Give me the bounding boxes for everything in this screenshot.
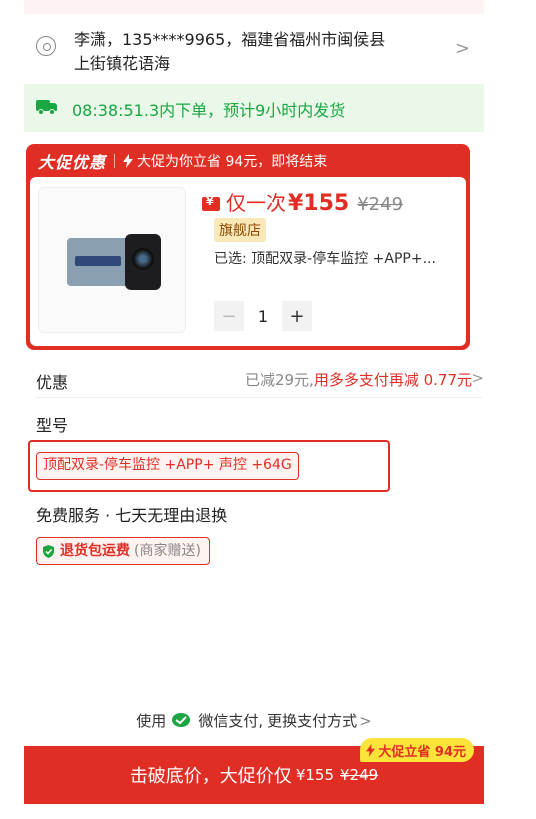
change-payment-link[interactable]: 更换支付方式: [267, 710, 357, 731]
payment-prefix: 使用: [136, 712, 167, 730]
checkout-panel: 李潇，135****9965，福建省福州市闽侯县 上街镇花语海 > 08:38:…: [24, 0, 484, 819]
model-option-selected[interactable]: 顶配双录-停车监控 +APP+ 声控 +64G: [36, 452, 299, 480]
address-line-1: 李潇，135****9965，福建省福州市闽侯县: [74, 30, 386, 49]
current-price: ¥155: [288, 191, 350, 216]
wechat-pay-icon: [172, 712, 191, 727]
promo-header: 大促优惠 大促为你立省 94元，即将结束: [38, 150, 327, 172]
promo-tag: 大促优惠: [38, 153, 107, 172]
chevron-right-icon: >: [454, 38, 470, 59]
price-row: 仅一次 ¥155 ¥249: [202, 187, 403, 216]
service-title: 免费服务 · 七天无理由退换: [36, 506, 228, 525]
decrease-quantity-button[interactable]: −: [214, 301, 244, 331]
return-shipping-label: 退货包运费: [60, 542, 130, 559]
top-band: [24, 0, 484, 14]
pay-button-label: 击破底价，大促价仅: [129, 766, 292, 787]
quantity-stepper: − 1 +: [214, 301, 312, 331]
shipping-banner: 08:38:51.3内下单，预计9小时内发货: [24, 84, 484, 132]
savings-badge-text: 大促立省 94元: [378, 744, 466, 760]
location-pin-icon: [36, 36, 56, 56]
coupon-icon: [202, 195, 220, 211]
increase-quantity-button[interactable]: +: [282, 301, 312, 331]
lightning-icon: [123, 154, 134, 168]
discount-label: 优惠: [36, 373, 69, 392]
address-line-2: 上街镇花语海: [74, 54, 171, 73]
promo-message: 大促为你立省 94元，即将结束: [137, 154, 328, 170]
truck-icon: [36, 98, 58, 116]
discount-value: 已减29元,用多多支付再减 0.77元: [245, 369, 472, 390]
shield-check-icon: [43, 544, 54, 558]
address-row[interactable]: 李潇，135****9965，福建省福州市闽侯县 上街镇花语海 >: [24, 14, 484, 84]
chevron-right-icon: >: [359, 711, 372, 730]
price-label: 仅一次: [226, 191, 286, 215]
shipping-text: 08:38:51.3内下单，预计9小时内发货: [72, 101, 346, 120]
discount-applied: 已减29元,: [244, 371, 314, 389]
flagship-store-badge: 旗舰店: [214, 218, 266, 242]
dashcam-illustration: [67, 234, 161, 290]
address-text: 李潇，135****9965，福建省福州市闽侯县 上街镇花语海: [74, 28, 444, 76]
discount-extra: 用多多支付再减 0.77元: [313, 371, 472, 389]
return-shipping-chip[interactable]: 退货包运费 (商家赠送): [36, 537, 210, 565]
pay-button-price: ¥155: [295, 766, 334, 784]
chevron-right-icon: >: [471, 369, 484, 387]
product-image[interactable]: [38, 187, 186, 333]
savings-badge: 大促立省 94元: [360, 738, 474, 762]
discount-row[interactable]: 优惠 已减29元,用多多支付再减 0.77元 >: [36, 362, 484, 398]
divider: [114, 154, 116, 168]
promo-card: 大促优惠 大促为你立省 94元，即将结束 仅一次 ¥155 ¥249 旗舰店 已…: [26, 144, 470, 350]
model-title: 型号: [36, 416, 69, 435]
payment-method-row[interactable]: 使用 微信支付, 更换支付方式 >: [24, 710, 484, 731]
original-price: ¥249: [357, 194, 404, 215]
payment-method: 微信支付,: [198, 712, 264, 730]
pay-button-old-price: ¥249: [340, 766, 379, 784]
return-shipping-note: (商家赠送): [134, 542, 201, 559]
quantity-value[interactable]: 1: [244, 307, 282, 326]
product-card: 仅一次 ¥155 ¥249 旗舰店 已选: 顶配双录-停车监控 +APP+...…: [30, 177, 466, 346]
selected-variant[interactable]: 已选: 顶配双录-停车监控 +APP+...: [214, 248, 454, 268]
lightning-icon: [366, 743, 376, 757]
